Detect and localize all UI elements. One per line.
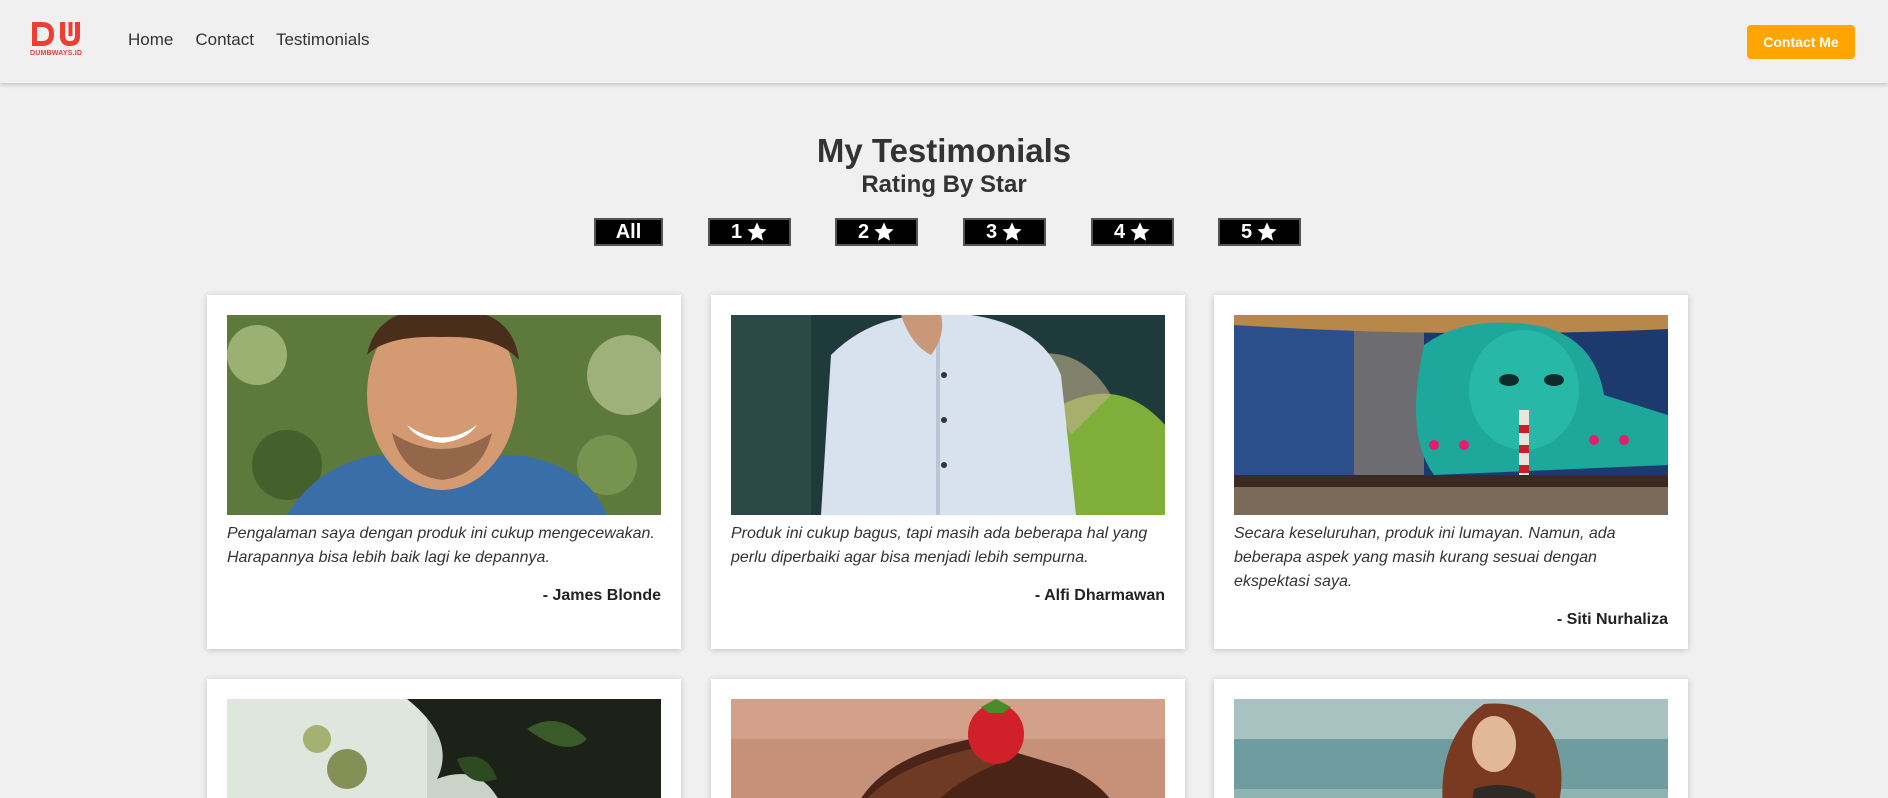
man-in-shirt-photo: [731, 315, 1165, 515]
filter-1-star-button[interactable]: 1: [708, 218, 791, 246]
page-subtitle: Rating By Star: [861, 171, 1027, 198]
filter-3-star-button[interactable]: 3: [963, 218, 1046, 246]
testimonial-quote: Secara keseluruhan, produk ini lumayan. …: [1234, 525, 1616, 590]
testimonial-card: Secara keseluruhan, produk ini lumayan. …: [1214, 295, 1688, 649]
smiling-man-photo: [227, 315, 661, 515]
filter-label: 2: [857, 220, 870, 243]
testimonial-quote: Pengalaman saya dengan produk ini cukup …: [227, 525, 655, 566]
logo-mark-icon: [32, 22, 80, 46]
testimonial-card: [711, 679, 1185, 798]
testimonial-quote: Produk ini cukup bagus, tapi masih ada b…: [731, 525, 1148, 566]
testimonial-author: - Siti Nurhaliza: [1556, 611, 1668, 628]
filter-all-button[interactable]: All: [594, 218, 663, 246]
street-mural-photo: [1234, 315, 1668, 515]
filter-label: 3: [985, 220, 998, 243]
filter-label: 5: [1240, 220, 1253, 243]
contact-me-button[interactable]: Contact Me: [1747, 25, 1855, 59]
testimonial-card: Pengalaman saya dengan produk ini cukup …: [207, 295, 681, 649]
nav-links: Home Contact Testimonials: [128, 30, 370, 50]
star-icon: [1130, 222, 1150, 241]
testimonial-author: - Alfi Dharmawan: [1034, 587, 1165, 604]
dumbways-logo[interactable]: DUMBWAYS.ID: [30, 18, 88, 60]
logo-text: DUMBWAYS.ID: [30, 50, 83, 57]
testimonial-card: [1214, 679, 1688, 798]
filter-label: 4: [1113, 220, 1126, 243]
star-icon: [747, 222, 767, 241]
filter-4-star-button[interactable]: 4: [1091, 218, 1174, 246]
navbar: DUMBWAYS.ID Home Contact Testimonials Co…: [0, 0, 1888, 83]
filter-5-star-button[interactable]: 5: [1218, 218, 1301, 246]
chocolate-cake-photo: [731, 699, 1165, 798]
testimonial-author: - James Blonde: [542, 587, 661, 604]
filter-2-star-button[interactable]: 2: [835, 218, 918, 246]
testimonial-card: Produk ini cukup bagus, tapi masih ada b…: [711, 295, 1185, 649]
nav-link-contact[interactable]: Contact: [195, 30, 254, 50]
nav-link-home[interactable]: Home: [128, 30, 173, 50]
star-icon: [1257, 222, 1277, 241]
testimonial-card: [207, 679, 681, 798]
nav-link-testimonials[interactable]: Testimonials: [276, 30, 370, 50]
filter-label: 1: [730, 220, 743, 243]
page-title: My Testimonials: [816, 132, 1072, 169]
filter-label: All: [615, 220, 642, 243]
foliage-photo: [227, 699, 661, 798]
star-icon: [1002, 222, 1022, 241]
woman-by-sea-photo: [1234, 699, 1668, 798]
star-icon: [874, 222, 894, 241]
